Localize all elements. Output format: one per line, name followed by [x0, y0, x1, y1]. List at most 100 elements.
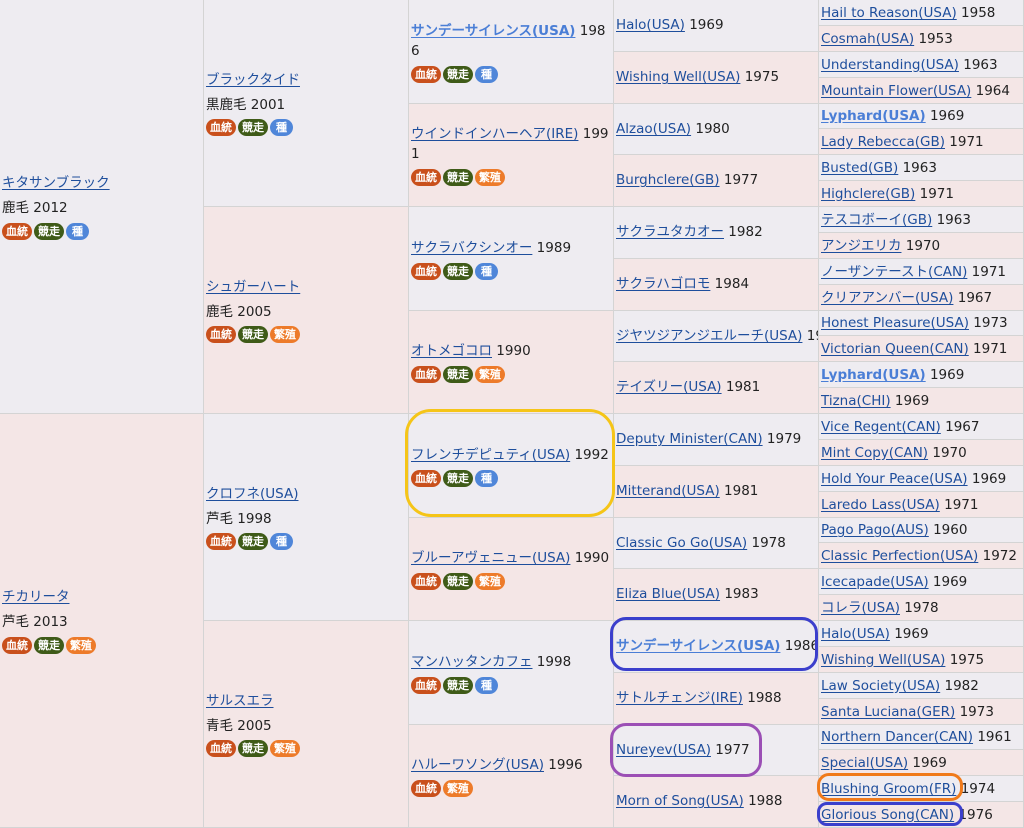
- horse-link[interactable]: Classic Perfection(USA): [821, 548, 978, 564]
- horse-link[interactable]: テスコボーイ(GB): [821, 212, 932, 228]
- horse-link[interactable]: Honest Pleasure(USA): [821, 315, 969, 331]
- horse-link[interactable]: Halo(USA): [821, 626, 890, 642]
- horse-link[interactable]: アンジエリカ: [821, 238, 901, 254]
- badge-ketto[interactable]: 血統: [411, 366, 441, 383]
- horse-link[interactable]: サンデーサイレンス(USA): [411, 23, 575, 39]
- badge-kyoso[interactable]: 競走: [443, 676, 473, 694]
- badge-kyoso[interactable]: 競走: [443, 469, 473, 487]
- horse-link[interactable]: Halo(USA): [616, 17, 685, 33]
- badge-ketto[interactable]: 血統: [2, 223, 32, 240]
- badge-ketto[interactable]: 血統: [206, 740, 236, 757]
- horse-link[interactable]: ジヤツジアンジエルーチ(USA): [616, 328, 802, 344]
- horse-link[interactable]: サクラバクシンオー: [411, 240, 532, 256]
- horse-link[interactable]: Wishing Well(USA): [616, 69, 740, 85]
- horse-link[interactable]: ブルーアヴェニュー(USA): [411, 550, 570, 566]
- horse-link[interactable]: Victorian Queen(CAN): [821, 341, 969, 357]
- badge-kyoso[interactable]: 競走: [443, 262, 473, 280]
- horse-link[interactable]: Blushing Groom(FR): [821, 781, 956, 797]
- badge-shu[interactable]: 種: [475, 65, 498, 83]
- horse-link[interactable]: サトルチェンジ(IRE): [616, 690, 743, 706]
- horse-link[interactable]: シュガーハート: [206, 279, 300, 295]
- badge-ketto[interactable]: 血統: [411, 676, 441, 694]
- horse-link[interactable]: Alzao(USA): [616, 121, 691, 137]
- badge-shu[interactable]: 種: [270, 119, 293, 136]
- horse-link[interactable]: Special(USA): [821, 755, 908, 771]
- horse-link[interactable]: Mountain Flower(USA): [821, 83, 971, 99]
- badge-kyoso[interactable]: 競走: [34, 223, 64, 240]
- horse-link[interactable]: Northern Dancer(CAN): [821, 729, 973, 745]
- horse-link[interactable]: Hail to Reason(USA): [821, 5, 957, 21]
- horse-link[interactable]: コレラ(USA): [821, 600, 900, 616]
- horse-link[interactable]: ハルーワソング(USA): [411, 757, 544, 773]
- horse-link[interactable]: Mitterand(USA): [616, 483, 720, 499]
- horse-link[interactable]: ノーザンテースト(CAN): [821, 264, 967, 280]
- badge-shu[interactable]: 種: [66, 223, 89, 240]
- badge-shu[interactable]: 種: [475, 676, 498, 694]
- badge-hanshoku[interactable]: 繁殖: [475, 366, 505, 383]
- badge-kyoso[interactable]: 競走: [238, 119, 268, 136]
- horse-link[interactable]: チカリータ: [2, 589, 70, 605]
- badge-shu[interactable]: 種: [475, 262, 498, 280]
- horse-link[interactable]: ブラックタイド: [206, 72, 300, 88]
- badge-shu[interactable]: 種: [475, 469, 498, 487]
- horse-link[interactable]: Deputy Minister(CAN): [616, 431, 763, 447]
- badge-kyoso[interactable]: 競走: [34, 637, 64, 654]
- badge-kyoso[interactable]: 競走: [238, 740, 268, 757]
- badge-kyoso[interactable]: 競走: [238, 326, 268, 343]
- horse-link[interactable]: Wishing Well(USA): [821, 652, 945, 668]
- horse-link[interactable]: Glorious Song(CAN): [821, 807, 954, 823]
- badge-ketto[interactable]: 血統: [411, 780, 441, 797]
- badge-ketto[interactable]: 血統: [411, 169, 441, 186]
- badge-kyoso[interactable]: 競走: [443, 573, 473, 590]
- badge-kyoso[interactable]: 競走: [238, 533, 268, 550]
- badge-ketto[interactable]: 血統: [2, 637, 32, 654]
- horse-link[interactable]: Morn of Song(USA): [616, 793, 744, 809]
- horse-link[interactable]: Highclere(GB): [821, 186, 915, 202]
- badge-kyoso[interactable]: 競走: [443, 366, 473, 383]
- horse-link[interactable]: キタサンブラック: [2, 175, 110, 191]
- horse-link[interactable]: Pago Pago(AUS): [821, 522, 929, 538]
- horse-link[interactable]: サクラユタカオー: [616, 224, 724, 240]
- badge-ketto[interactable]: 血統: [411, 573, 441, 590]
- badge-hanshoku[interactable]: 繁殖: [66, 637, 96, 654]
- horse-link[interactable]: テイズリー(USA): [616, 379, 722, 395]
- horse-link[interactable]: Lyphard(USA): [821, 367, 926, 383]
- horse-link[interactable]: Understanding(USA): [821, 57, 959, 73]
- badge-ketto[interactable]: 血統: [206, 119, 236, 136]
- horse-link[interactable]: Icecapade(USA): [821, 574, 929, 590]
- horse-link[interactable]: Tizna(CHI): [821, 393, 891, 409]
- horse-link[interactable]: クリアアンバー(USA): [821, 290, 953, 306]
- horse-link[interactable]: Nureyev(USA): [616, 742, 711, 758]
- badge-hanshoku[interactable]: 繁殖: [270, 740, 300, 757]
- horse-link[interactable]: Santa Luciana(GER): [821, 704, 955, 720]
- badge-ketto[interactable]: 血統: [411, 469, 441, 487]
- horse-link[interactable]: マンハッタンカフェ: [411, 654, 533, 670]
- horse-link[interactable]: Burghclere(GB): [616, 172, 720, 188]
- horse-link[interactable]: フレンチデピュティ(USA): [411, 447, 570, 463]
- horse-link[interactable]: Classic Go Go(USA): [616, 535, 747, 551]
- badge-kyoso[interactable]: 競走: [443, 169, 473, 186]
- horse-link[interactable]: Lyphard(USA): [821, 108, 926, 124]
- horse-link[interactable]: Hold Your Peace(USA): [821, 471, 968, 487]
- badge-hanshoku[interactable]: 繁殖: [270, 326, 300, 343]
- horse-link[interactable]: Law Society(USA): [821, 678, 940, 694]
- horse-link[interactable]: サルスエラ: [206, 693, 274, 709]
- horse-link[interactable]: ウインドインハーヘア(IRE): [411, 126, 578, 142]
- badge-ketto[interactable]: 血統: [411, 65, 441, 83]
- horse-link[interactable]: Mint Copy(CAN): [821, 445, 928, 461]
- horse-link[interactable]: Busted(GB): [821, 160, 898, 176]
- horse-link[interactable]: Vice Regent(CAN): [821, 419, 941, 435]
- badge-kyoso[interactable]: 競走: [443, 65, 473, 83]
- badge-ketto[interactable]: 血統: [206, 533, 236, 550]
- horse-link[interactable]: サクラハゴロモ: [616, 276, 710, 292]
- badge-hanshoku[interactable]: 繁殖: [443, 780, 473, 797]
- horse-link[interactable]: Lady Rebecca(GB): [821, 134, 945, 150]
- horse-link[interactable]: Cosmah(USA): [821, 31, 914, 47]
- badge-ketto[interactable]: 血統: [206, 326, 236, 343]
- horse-link[interactable]: Eliza Blue(USA): [616, 586, 720, 602]
- horse-link[interactable]: サンデーサイレンス(USA): [616, 638, 780, 654]
- horse-link[interactable]: オトメゴコロ: [411, 343, 492, 359]
- horse-link[interactable]: クロフネ(USA): [206, 486, 298, 502]
- badge-hanshoku[interactable]: 繁殖: [475, 573, 505, 590]
- badge-shu[interactable]: 種: [270, 533, 293, 550]
